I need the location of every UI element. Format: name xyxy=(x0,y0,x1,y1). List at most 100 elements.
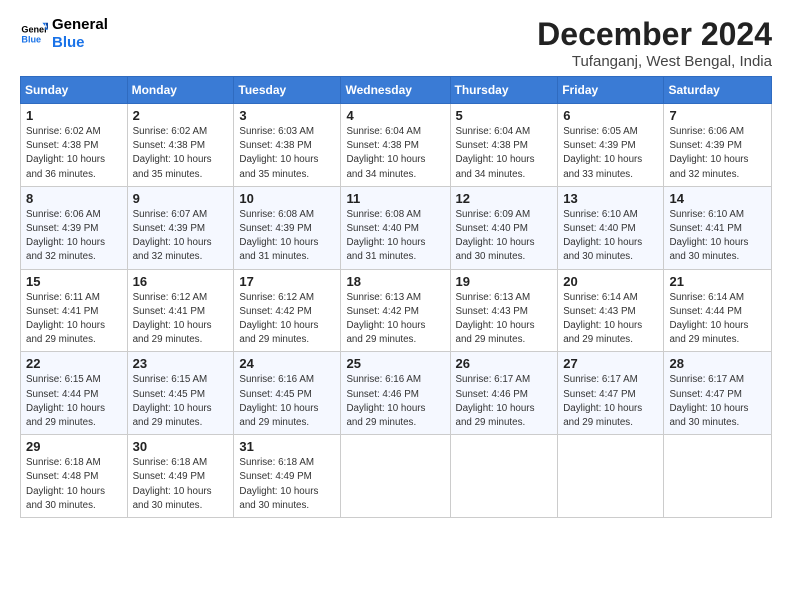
header-thursday: Thursday xyxy=(450,77,558,104)
logo-text-line2: Blue xyxy=(52,34,108,52)
day-info: Sunrise: 6:17 AM Sunset: 4:47 PM Dayligh… xyxy=(669,373,766,430)
day-number: 23 xyxy=(133,356,229,371)
day-info: Sunrise: 6:08 AM Sunset: 4:40 PM Dayligh… xyxy=(346,208,444,265)
day-info: Sunrise: 6:14 AM Sunset: 4:44 PM Dayligh… xyxy=(669,291,766,348)
day-cell: 21 Sunrise: 6:14 AM Sunset: 4:44 PM Dayli… xyxy=(664,269,772,352)
day-number: 17 xyxy=(239,274,335,289)
day-cell: 6Sunrise: 6:05 AM Sunset: 4:39 PM Daylig… xyxy=(558,104,664,187)
day-cell: 9Sunrise: 6:07 AM Sunset: 4:39 PM Daylig… xyxy=(127,186,234,269)
day-cell: 30 Sunrise: 6:18 AM Sunset: 4:49 PM Dayli… xyxy=(127,435,234,518)
day-number: 25 xyxy=(346,356,444,371)
day-cell xyxy=(664,435,772,518)
header-tuesday: Tuesday xyxy=(234,77,341,104)
day-number: 18 xyxy=(346,274,444,289)
day-info: Sunrise: 6:06 AM Sunset: 4:39 PM Dayligh… xyxy=(26,208,122,265)
day-cell: 16 Sunrise: 6:12 AM Sunset: 4:41 PM Dayli… xyxy=(127,269,234,352)
title-block: December 2024 Tufanganj, West Bengal, In… xyxy=(537,16,772,70)
svg-text:Blue: Blue xyxy=(21,34,41,44)
day-info: Sunrise: 6:04 AM Sunset: 4:38 PM Dayligh… xyxy=(346,125,444,182)
day-info: Sunrise: 6:05 AM Sunset: 4:39 PM Dayligh… xyxy=(563,125,658,182)
header-sunday: Sunday xyxy=(21,77,128,104)
day-number: 30 xyxy=(133,439,229,454)
day-number: 31 xyxy=(239,439,335,454)
day-info: Sunrise: 6:14 AM Sunset: 4:43 PM Dayligh… xyxy=(563,291,658,348)
day-info: Sunrise: 6:15 AM Sunset: 4:44 PM Dayligh… xyxy=(26,373,122,430)
day-number: 15 xyxy=(26,274,122,289)
day-info: Sunrise: 6:02 AM Sunset: 4:38 PM Dayligh… xyxy=(26,125,122,182)
day-cell: 12 Sunrise: 6:09 AM Sunset: 4:40 PM Dayli… xyxy=(450,186,558,269)
header-wednesday: Wednesday xyxy=(341,77,450,104)
week-row-2: 8Sunrise: 6:06 AM Sunset: 4:39 PM Daylig… xyxy=(21,186,772,269)
day-info: Sunrise: 6:10 AM Sunset: 4:41 PM Dayligh… xyxy=(669,208,766,265)
day-info: Sunrise: 6:18 AM Sunset: 4:49 PM Dayligh… xyxy=(239,456,335,513)
logo-text-line1: General xyxy=(52,16,108,34)
day-cell: 26Sunrise: 6:17 AM Sunset: 4:46 PM Dayli… xyxy=(450,352,558,435)
header-monday: Monday xyxy=(127,77,234,104)
day-info: Sunrise: 6:18 AM Sunset: 4:49 PM Dayligh… xyxy=(133,456,229,513)
day-number: 19 xyxy=(456,274,553,289)
day-number: 26 xyxy=(456,356,553,371)
day-cell: 11 Sunrise: 6:08 AM Sunset: 4:40 PM Dayli… xyxy=(341,186,450,269)
day-info: Sunrise: 6:09 AM Sunset: 4:40 PM Dayligh… xyxy=(456,208,553,265)
day-cell: 8Sunrise: 6:06 AM Sunset: 4:39 PM Daylig… xyxy=(21,186,128,269)
day-info: Sunrise: 6:08 AM Sunset: 4:39 PM Dayligh… xyxy=(239,208,335,265)
day-cell: 17Sunrise: 6:12 AM Sunset: 4:42 PM Dayli… xyxy=(234,269,341,352)
day-number: 22 xyxy=(26,356,122,371)
day-info: Sunrise: 6:07 AM Sunset: 4:39 PM Dayligh… xyxy=(133,208,229,265)
svg-text:General: General xyxy=(21,25,48,35)
week-row-4: 22 Sunrise: 6:15 AM Sunset: 4:44 PM Dayli… xyxy=(21,352,772,435)
week-row-5: 29Sunrise: 6:18 AM Sunset: 4:48 PM Dayli… xyxy=(21,435,772,518)
logo: General Blue General Blue xyxy=(20,16,108,52)
day-number: 24 xyxy=(239,356,335,371)
day-cell: 13Sunrise: 6:10 AM Sunset: 4:40 PM Dayli… xyxy=(558,186,664,269)
day-cell xyxy=(450,435,558,518)
day-info: Sunrise: 6:18 AM Sunset: 4:48 PM Dayligh… xyxy=(26,456,122,513)
day-cell: 22 Sunrise: 6:15 AM Sunset: 4:44 PM Dayli… xyxy=(21,352,128,435)
day-cell: 20 Sunrise: 6:14 AM Sunset: 4:43 PM Dayli… xyxy=(558,269,664,352)
day-cell: 15 Sunrise: 6:11 AM Sunset: 4:41 PM Dayli… xyxy=(21,269,128,352)
day-number: 28 xyxy=(669,356,766,371)
week-row-3: 15 Sunrise: 6:11 AM Sunset: 4:41 PM Dayli… xyxy=(21,269,772,352)
day-number: 16 xyxy=(133,274,229,289)
header-row: Sunday Monday Tuesday Wednesday Thursday… xyxy=(21,77,772,104)
day-cell: 3 Sunrise: 6:03 AM Sunset: 4:38 PM Daylig… xyxy=(234,104,341,187)
day-cell: 7 Sunrise: 6:06 AM Sunset: 4:39 PM Daylig… xyxy=(664,104,772,187)
day-cell xyxy=(341,435,450,518)
day-number: 14 xyxy=(669,191,766,206)
day-cell: 18Sunrise: 6:13 AM Sunset: 4:42 PM Dayli… xyxy=(341,269,450,352)
day-info: Sunrise: 6:13 AM Sunset: 4:43 PM Dayligh… xyxy=(456,291,553,348)
day-cell: 31 Sunrise: 6:18 AM Sunset: 4:49 PM Dayli… xyxy=(234,435,341,518)
day-cell: 24 Sunrise: 6:16 AM Sunset: 4:45 PM Dayli… xyxy=(234,352,341,435)
day-cell xyxy=(558,435,664,518)
day-number: 1 xyxy=(26,108,122,123)
day-info: Sunrise: 6:15 AM Sunset: 4:45 PM Dayligh… xyxy=(133,373,229,430)
day-info: Sunrise: 6:11 AM Sunset: 4:41 PM Dayligh… xyxy=(26,291,122,348)
header-friday: Friday xyxy=(558,77,664,104)
header-saturday: Saturday xyxy=(664,77,772,104)
day-info: Sunrise: 6:10 AM Sunset: 4:40 PM Dayligh… xyxy=(563,208,658,265)
day-info: Sunrise: 6:06 AM Sunset: 4:39 PM Dayligh… xyxy=(669,125,766,182)
day-number: 11 xyxy=(346,191,444,206)
day-number: 12 xyxy=(456,191,553,206)
day-number: 3 xyxy=(239,108,335,123)
day-cell: 23 Sunrise: 6:15 AM Sunset: 4:45 PM Dayli… xyxy=(127,352,234,435)
day-cell: 28 Sunrise: 6:17 AM Sunset: 4:47 PM Dayli… xyxy=(664,352,772,435)
day-info: Sunrise: 6:16 AM Sunset: 4:45 PM Dayligh… xyxy=(239,373,335,430)
week-row-1: 1 Sunrise: 6:02 AM Sunset: 4:38 PM Daylig… xyxy=(21,104,772,187)
month-title: December 2024 xyxy=(537,16,772,53)
logo-icon: General Blue xyxy=(20,20,48,48)
day-number: 27 xyxy=(563,356,658,371)
day-cell: 4 Sunrise: 6:04 AM Sunset: 4:38 PM Daylig… xyxy=(341,104,450,187)
day-number: 20 xyxy=(563,274,658,289)
day-number: 7 xyxy=(669,108,766,123)
day-cell: 1 Sunrise: 6:02 AM Sunset: 4:38 PM Daylig… xyxy=(21,104,128,187)
day-info: Sunrise: 6:04 AM Sunset: 4:38 PM Dayligh… xyxy=(456,125,553,182)
day-number: 2 xyxy=(133,108,229,123)
day-number: 4 xyxy=(346,108,444,123)
day-number: 5 xyxy=(456,108,553,123)
day-cell: 29Sunrise: 6:18 AM Sunset: 4:48 PM Dayli… xyxy=(21,435,128,518)
day-info: Sunrise: 6:12 AM Sunset: 4:41 PM Dayligh… xyxy=(133,291,229,348)
day-info: Sunrise: 6:03 AM Sunset: 4:38 PM Dayligh… xyxy=(239,125,335,182)
day-number: 21 xyxy=(669,274,766,289)
day-info: Sunrise: 6:16 AM Sunset: 4:46 PM Dayligh… xyxy=(346,373,444,430)
